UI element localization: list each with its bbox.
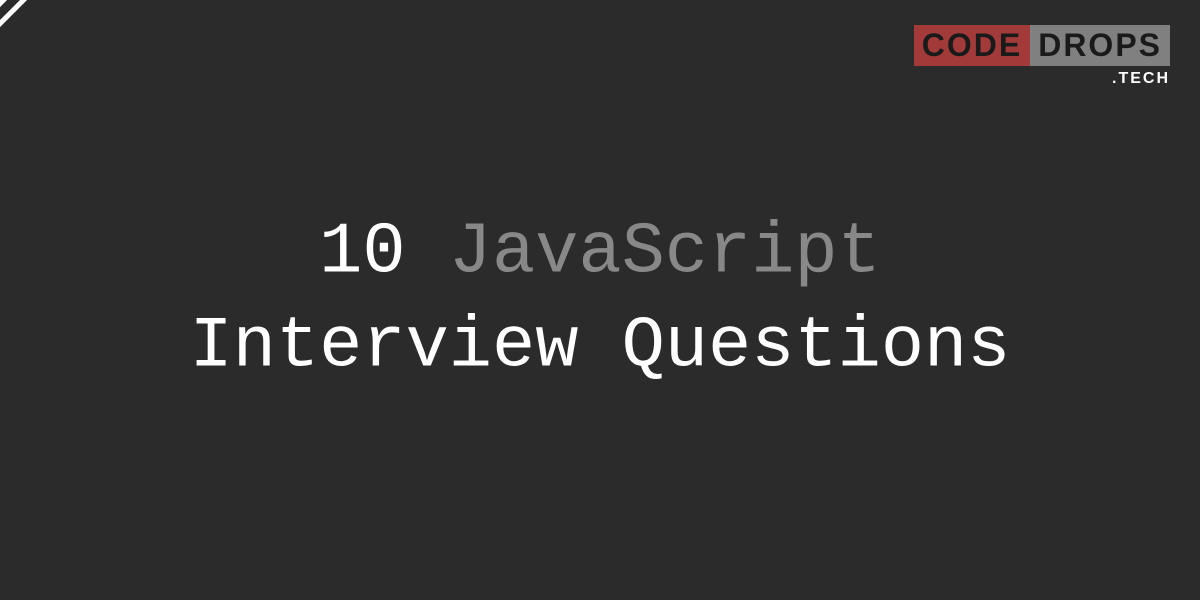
title-number: 10 [319, 211, 405, 293]
title-javascript: JavaScript [406, 211, 881, 293]
logo-tech-text: .TECH [1112, 70, 1170, 88]
logo-drops-text: DROPS [1030, 25, 1170, 66]
logo-main: CODE DROPS [914, 25, 1170, 66]
title-line-2: Interview Questions [190, 300, 1011, 394]
logo-code-text: CODE [914, 25, 1030, 66]
decorative-diagonal-lines [0, 0, 100, 100]
title-line-1: 10 JavaScript [190, 206, 1011, 300]
logo: CODE DROPS .TECH [914, 25, 1170, 88]
main-title: 10 JavaScript Interview Questions [190, 206, 1011, 393]
